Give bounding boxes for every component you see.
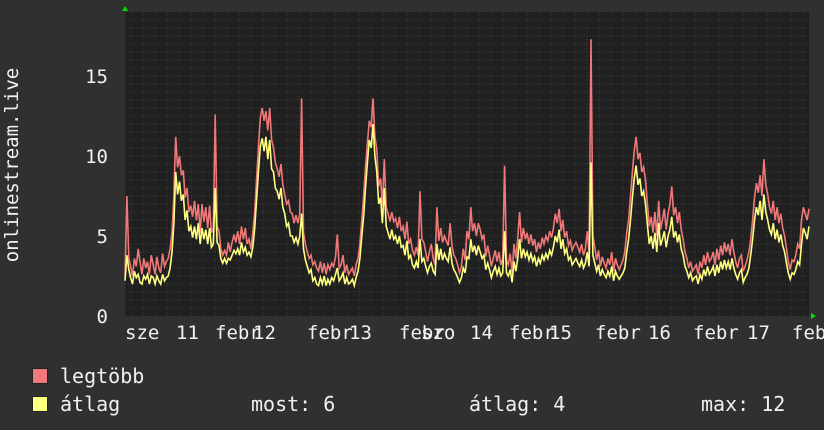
- x-tick-labels: sze 11 febr12 febr13 febrszo 14 febr15 febr 16 fe…: [125, 322, 824, 344]
- y-axis-arrow: [122, 6, 128, 11]
- x-tick-label: 14: [470, 322, 493, 344]
- legend-swatch-avg: [32, 396, 48, 412]
- legend-swatch-max: [32, 368, 48, 384]
- x-tick-label: 15: [549, 322, 572, 344]
- x-tick-label: 17: [747, 322, 770, 344]
- x-axis-arrow: [811, 313, 816, 319]
- y-tick-label: 5: [97, 226, 108, 248]
- legend: legtöbb átlag: [32, 362, 144, 418]
- x-tick-label: 11: [176, 322, 199, 344]
- x-tick-label: 13: [349, 322, 372, 344]
- x-tick-label: febr: [509, 322, 555, 344]
- y-tick-label: 15: [85, 66, 108, 88]
- y-tick-label: 10: [85, 146, 108, 168]
- stat-average: átlag: 4: [469, 392, 566, 416]
- y-tick-labels: 0 5 10 15: [85, 66, 108, 328]
- x-tick-label: szo: [421, 322, 455, 344]
- x-tick-label: 16: [648, 322, 671, 344]
- legend-item-avg: átlag: [32, 390, 144, 418]
- x-tick-label: 12: [253, 322, 276, 344]
- chart: 0 5 10 15 onlinestream.live sze 11 febr 12 febr…: [1, 6, 824, 344]
- x-tick-label: febr: [693, 322, 739, 344]
- x-tick-label: feb: [792, 322, 824, 344]
- x-tick-label: febr: [595, 322, 641, 344]
- stat-current: most: 6: [251, 392, 336, 416]
- x-tick-label: sze: [125, 322, 159, 344]
- legend-label-max: legtöbb: [60, 364, 145, 388]
- stat-max: max: 12: [701, 392, 786, 416]
- legend-label-avg: átlag: [60, 392, 121, 416]
- legend-item-max: legtöbb: [32, 362, 144, 390]
- y-axis-label: onlinestream.live: [1, 68, 23, 262]
- x-tick-label: febr: [307, 322, 353, 344]
- y-tick-label: 0: [97, 306, 108, 328]
